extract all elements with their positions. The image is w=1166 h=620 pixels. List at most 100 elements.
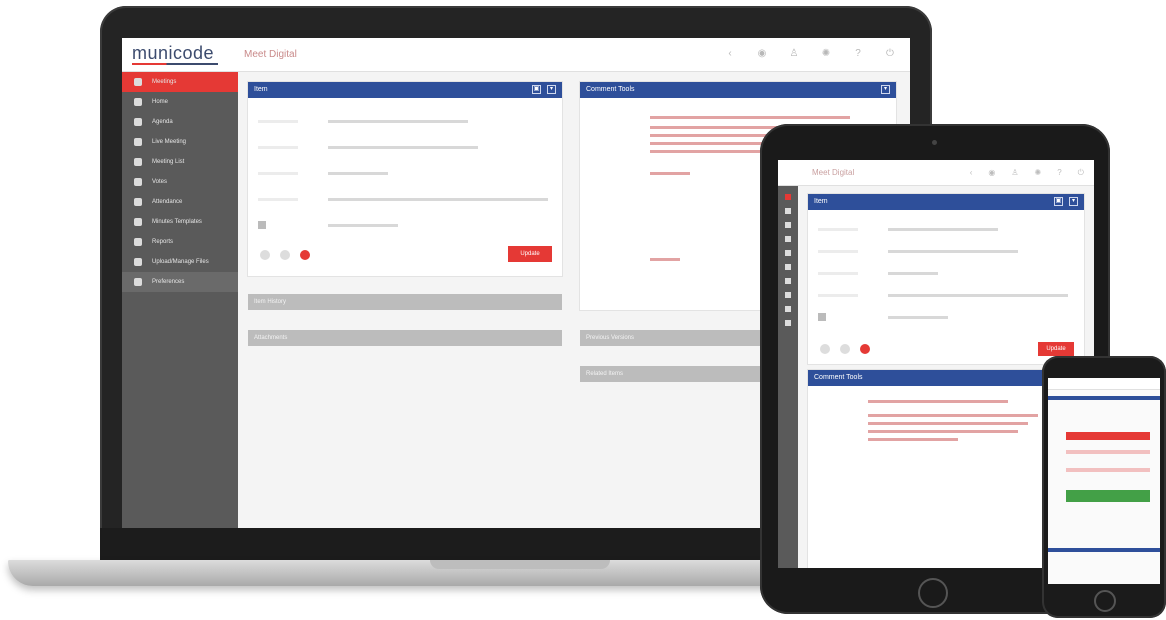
report-icon[interactable] [785, 306, 791, 312]
attachment-icon[interactable] [818, 313, 826, 321]
sidebar-item-live-meeting[interactable]: Live Meeting [122, 132, 238, 152]
delete-icon[interactable] [300, 250, 310, 260]
field-value [888, 316, 948, 319]
preferences-icon [134, 278, 142, 286]
sidebar-item-label: Meetings [152, 79, 177, 85]
sidebar-item-meeting-list[interactable]: Meeting List [122, 152, 238, 172]
help-icon[interactable]: ? [1057, 168, 1061, 178]
sidebar-item-upload[interactable]: Upload/Manage Files [122, 252, 238, 272]
delete-icon[interactable] [860, 344, 870, 354]
save-icon[interactable]: ▣ [1054, 197, 1063, 206]
gear-icon[interactable]: ✺ [820, 48, 832, 60]
tablet-sidebar [778, 186, 798, 568]
field-value[interactable] [888, 250, 1018, 253]
field-label [258, 198, 298, 201]
sidebar-item-reports[interactable]: Reports [122, 232, 238, 252]
field-row [818, 290, 1074, 300]
help-icon[interactable]: ? [852, 48, 864, 60]
gear-icon[interactable]: ✺ [1035, 168, 1042, 178]
comment-text [868, 422, 1028, 425]
comment-text [868, 430, 1018, 433]
attendance-icon[interactable] [785, 278, 791, 284]
agenda-icon[interactable] [785, 222, 791, 228]
collapsed-panel[interactable]: Attachments [248, 330, 562, 346]
update-button[interactable]: Update [1038, 342, 1074, 356]
field-row [818, 312, 1074, 322]
field-select[interactable] [328, 198, 548, 201]
template-icon[interactable] [785, 292, 791, 298]
tablet-header: Meet Digital ‹ ◉ ♙ ✺ ? ⏻ [778, 160, 1094, 186]
comment-text [650, 258, 680, 261]
user-icon[interactable]: ♙ [1011, 168, 1018, 178]
field-label [818, 272, 858, 275]
sidebar-item-preferences[interactable]: Preferences [122, 272, 238, 292]
user-icon[interactable]: ♙ [788, 48, 800, 60]
panel-title: Comment Tools [586, 86, 635, 93]
settings-icon[interactable]: ◉ [988, 168, 995, 178]
phone-home-button[interactable] [1094, 590, 1116, 612]
sidebar-item-meetings[interactable]: Meetings [122, 72, 238, 92]
phone-field[interactable] [1066, 468, 1150, 472]
upload-icon[interactable] [785, 320, 791, 326]
field-select[interactable] [888, 294, 1068, 297]
field-label [258, 120, 298, 123]
live-icon[interactable] [785, 236, 791, 242]
sidebar-item-votes[interactable]: Votes [122, 172, 238, 192]
field-value[interactable] [328, 120, 468, 123]
doc-icon[interactable] [840, 344, 850, 354]
field-value[interactable] [328, 146, 478, 149]
phone-green-button[interactable] [1066, 490, 1150, 502]
save-icon[interactable]: ▣ [532, 85, 541, 94]
comment-panel-header: Comment Tools [808, 370, 1048, 386]
sidebar-item-home[interactable]: Home [122, 92, 238, 112]
phone-red-field[interactable] [1066, 432, 1150, 440]
comment-panel-header: Comment Tools ▾ [580, 82, 896, 98]
home-icon[interactable] [785, 208, 791, 214]
sidebar-item-label: Reports [152, 239, 174, 245]
item-panel-header: Item ▣ ▾ [808, 194, 1084, 210]
sidebar-item-attendance[interactable]: Attendance [122, 192, 238, 212]
doc-icon[interactable] [280, 250, 290, 260]
field-label [258, 172, 298, 175]
sidebar-item-label: Meeting List [152, 159, 185, 165]
device-showcase: municode Meet Digital ‹ ◉ ♙ ✺ ? ⏻ Meetin… [0, 0, 1166, 620]
back-icon[interactable]: ‹ [724, 48, 736, 60]
header-icons: ‹ ◉ ♙ ✺ ? ⏻ [970, 168, 1084, 178]
power-icon[interactable]: ⏻ [1078, 168, 1084, 178]
power-icon[interactable]: ⏻ [884, 48, 896, 60]
update-button[interactable]: Update [508, 246, 552, 262]
vote-icon[interactable] [785, 264, 791, 270]
chevron-down-icon[interactable]: ▾ [881, 85, 890, 94]
comment-text [650, 116, 850, 119]
phone-field[interactable] [1066, 450, 1150, 454]
collapsed-panel[interactable]: Item History [248, 294, 562, 310]
calendar-icon[interactable] [785, 194, 791, 200]
calendar-icon [134, 78, 142, 86]
settings-icon[interactable]: ◉ [756, 48, 768, 60]
chevron-down-icon[interactable]: ▾ [1069, 197, 1078, 206]
live-icon [134, 138, 142, 146]
tablet-camera [932, 140, 937, 145]
header-icons: ‹ ◉ ♙ ✺ ? ⏻ [724, 48, 896, 60]
sidebar-item-agenda[interactable]: Agenda [122, 112, 238, 132]
lock-icon[interactable] [820, 344, 830, 354]
list-icon[interactable] [785, 250, 791, 256]
field-value[interactable] [888, 272, 938, 275]
attendance-icon [134, 198, 142, 206]
sidebar-item-minutes-templates[interactable]: Minutes Templates [122, 212, 238, 232]
comment-text [868, 414, 1038, 417]
phone-screen [1048, 378, 1160, 584]
attachment-icon[interactable] [258, 221, 266, 229]
logo[interactable]: municode [132, 43, 214, 64]
tablet-home-button[interactable] [918, 578, 948, 608]
field-value[interactable] [888, 228, 998, 231]
field-label [818, 228, 858, 231]
sidebar-item-label: Home [152, 99, 169, 105]
sidebar-item-label: Agenda [152, 119, 173, 125]
agenda-icon [134, 118, 142, 126]
lock-icon[interactable] [260, 250, 270, 260]
field-value[interactable] [328, 172, 388, 175]
item-panel: Item ▣ ▾ Update [808, 194, 1084, 364]
back-icon[interactable]: ‹ [970, 168, 973, 178]
chevron-down-icon[interactable]: ▾ [547, 85, 556, 94]
